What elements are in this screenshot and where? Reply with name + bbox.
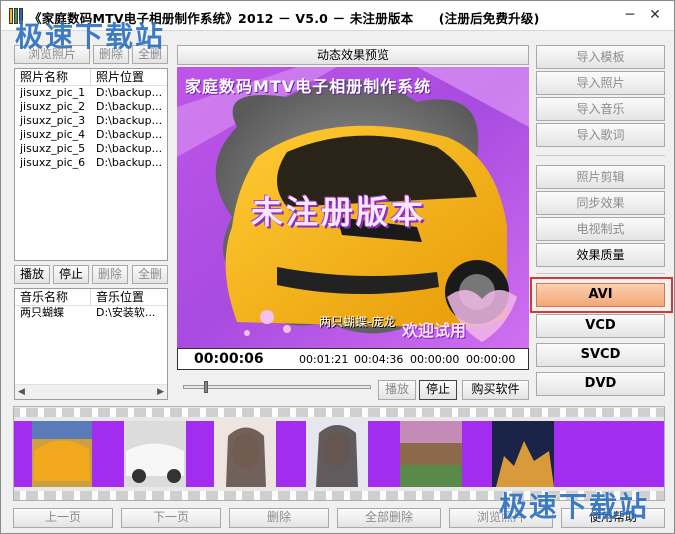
overlay-title: 家庭数码MTV电子相册制作系统 [185, 77, 432, 96]
time-1: 00:01:21 [299, 353, 349, 366]
delete-music-button[interactable]: 删除 [92, 265, 128, 284]
import-template-button[interactable]: 导入模板 [536, 45, 665, 69]
dvd-button[interactable]: DVD [536, 372, 665, 396]
photos-row[interactable]: jisuxz_pic_6 D:\backup... [15, 156, 167, 170]
photos-name-cell: jisuxz_pic_1 [20, 86, 86, 99]
avi-button[interactable]: AVI [536, 283, 665, 307]
progress-slider[interactable] [183, 385, 371, 389]
music-path-header[interactable]: 音乐位置 [91, 289, 167, 305]
import-lyrics-button[interactable]: 导入歌词 [536, 123, 665, 147]
preview-play-button[interactable]: 播放 [378, 380, 416, 400]
photos-row[interactable]: jisuxz_pic_2 D:\backup... [15, 100, 167, 114]
play-music-button[interactable]: 播放 [14, 265, 50, 284]
sync-effect-button[interactable]: 同步效果 [536, 191, 665, 215]
prev-page-button[interactable]: 上一页 [13, 508, 113, 528]
close-button[interactable]: ✕ [644, 5, 666, 25]
photos-path-cell: D:\backup... [96, 156, 163, 169]
preview-header: 动态效果预览 [177, 45, 529, 65]
preview-stop-button[interactable]: 停止 [419, 380, 457, 400]
photos-path-cell: D:\backup... [96, 128, 163, 141]
scroll-left-icon[interactable]: ◀ [18, 387, 25, 397]
vcd-button[interactable]: VCD [536, 314, 665, 338]
time-3: 00:00:00 [410, 353, 460, 366]
film-strip-frames [14, 421, 664, 487]
overlay-unregistered: 未注册版本 [251, 193, 427, 231]
photo-list[interactable]: 照片名称 照片位置 jisuxz_pic_1 D:\backup... jisuxz… [14, 68, 168, 261]
photos-path-cell: D:\backup... [96, 142, 163, 155]
music-path-cell: D:\安装软... [96, 306, 156, 319]
delete-frame-button[interactable]: 删除 [229, 508, 329, 528]
music-list[interactable]: 音乐名称 音乐位置 两只蝴蝶 D:\安装软... ◀ ▶ [14, 288, 168, 400]
effect-quality-button[interactable]: 效果质量 [536, 243, 665, 267]
photos-row[interactable]: jisuxz_pic_5 D:\backup... [15, 142, 167, 156]
film-frames-image [14, 421, 664, 487]
photos-row[interactable]: jisuxz_pic_4 D:\backup... [15, 128, 167, 142]
photos-name-cell: jisuxz_pic_3 [20, 114, 86, 127]
photo-name-header[interactable]: 照片名称 [15, 69, 91, 85]
buy-software-button[interactable]: 购买软件 [462, 380, 529, 400]
music-row[interactable]: 两只蝴蝶 D:\安装软... [15, 306, 167, 320]
watermark-top: 极速下载站 [15, 20, 166, 53]
next-page-button[interactable]: 下一页 [121, 508, 221, 528]
photos-name-cell: jisuxz_pic_5 [20, 142, 86, 155]
photos-path-cell: D:\backup... [96, 114, 163, 127]
music-name-cell: 两只蝴蝶 [20, 306, 64, 319]
photos-name-cell: jisuxz_pic_4 [20, 128, 86, 141]
photos-name-cell: jisuxz_pic_2 [20, 100, 86, 113]
main-window: 《家庭数码MTV电子相册制作系统》2012 － V5.0 － 未注册版本 (注册… [0, 0, 675, 534]
music-name-header[interactable]: 音乐名称 [15, 289, 91, 305]
photos-row[interactable]: jisuxz_pic_3 D:\backup... [15, 114, 167, 128]
time-bar: 00:00:06 00:01:21 00:04:36 00:00:00 00:0… [177, 348, 529, 370]
photos-name-cell: jisuxz_pic_6 [20, 156, 86, 169]
welcome-text: 欢迎试用 [402, 321, 467, 340]
photos-path-cell: D:\backup... [96, 100, 163, 113]
film-top-holes [14, 408, 664, 417]
time-4: 00:00:00 [466, 353, 516, 366]
photos-path-cell: D:\backup... [96, 86, 163, 99]
watermark-bottom: 极速下载站 [499, 490, 650, 523]
import-photo-button[interactable]: 导入照片 [536, 71, 665, 95]
minimize-button[interactable]: ─ [619, 5, 641, 25]
delete-all-music-button[interactable]: 全删 [132, 265, 168, 284]
right-separator-2 [536, 273, 665, 274]
delete-all-frames-button[interactable]: 全部删除 [337, 508, 441, 528]
photos-row[interactable]: jisuxz_pic_1 D:\backup... [15, 86, 167, 100]
photo-crop-button[interactable]: 照片剪辑 [536, 165, 665, 189]
tv-format-button[interactable]: 电视制式 [536, 217, 665, 241]
stop-music-button[interactable]: 停止 [53, 265, 89, 284]
svcd-button[interactable]: SVCD [536, 343, 665, 367]
photo-path-header[interactable]: 照片位置 [91, 69, 167, 85]
time-2: 00:04:36 [354, 353, 404, 366]
import-music-button[interactable]: 导入音乐 [536, 97, 665, 121]
right-separator-1 [536, 155, 665, 156]
preview-area: 家庭数码MTV电子相册制作系统 未注册版本 两只蝴蝶-庞龙 欢迎试用 [177, 67, 529, 348]
song-caption: 两只蝴蝶-庞龙 [319, 315, 396, 329]
scroll-right-icon[interactable]: ▶ [157, 387, 164, 397]
current-time: 00:00:06 [194, 351, 264, 367]
music-hscrollbar[interactable]: ◀ ▶ [15, 384, 167, 399]
slider-thumb[interactable] [204, 381, 208, 393]
